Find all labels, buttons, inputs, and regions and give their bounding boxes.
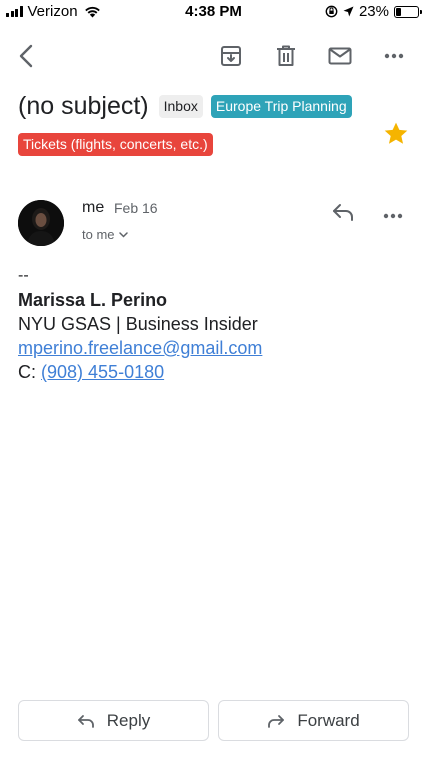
status-bar: Verizon 4:38 PM 23% — [0, 0, 427, 24]
star-icon[interactable] — [383, 121, 409, 147]
more-options-button[interactable] — [378, 40, 410, 72]
more-icon — [384, 53, 404, 59]
battery-percent: 23% — [358, 3, 389, 20]
back-button[interactable] — [10, 40, 42, 72]
label-chip-inbox[interactable]: Inbox — [158, 95, 203, 118]
reply-button[interactable]: Reply — [18, 700, 209, 741]
battery-icon — [394, 5, 422, 18]
email-subject: (no subject) — [18, 92, 149, 120]
subject-area: (no subject) Inbox Europe Trip Planning … — [18, 92, 373, 156]
reply-icon — [77, 714, 94, 728]
chevron-down-icon — [118, 231, 128, 238]
delete-button[interactable] — [270, 40, 302, 72]
archive-button[interactable] — [215, 40, 247, 72]
mail-icon — [328, 47, 352, 65]
phone-prefix: C: — [18, 362, 36, 382]
battery-level — [396, 7, 401, 16]
mark-unread-button[interactable] — [324, 40, 356, 72]
toolbar — [0, 36, 427, 76]
avatar-photo — [18, 200, 64, 246]
location-arrow-icon — [343, 6, 354, 17]
signature-separator: -- — [18, 267, 29, 284]
orientation-lock-icon — [325, 5, 338, 18]
forward-label: Forward — [297, 710, 360, 730]
trash-icon — [277, 45, 295, 66]
subject-line: (no subject) Inbox Europe Trip Planning — [18, 92, 373, 121]
sender-avatar[interactable] — [18, 200, 64, 246]
message-more-button[interactable] — [383, 206, 407, 222]
phone-link[interactable]: (908) 455-0180 — [41, 362, 164, 382]
recipient-label: to me — [82, 227, 115, 242]
quick-reply-button[interactable] — [331, 202, 359, 226]
sent-date: Feb 16 — [114, 200, 158, 216]
archive-icon — [221, 46, 241, 66]
sender-name[interactable]: me — [82, 199, 104, 217]
status-right: 23% — [325, 3, 422, 20]
recipient-toggle[interactable]: to me — [82, 227, 128, 242]
signature-name: Marissa L. Perino — [18, 290, 168, 310]
more-icon — [383, 213, 403, 219]
signature-email-link[interactable]: mperino.freelance@gmail.com — [18, 338, 262, 358]
signature-phone-line: C: (908) 455-0180 — [18, 360, 262, 384]
label-chip-europe-trip[interactable]: Europe Trip Planning — [210, 95, 352, 118]
forward-button[interactable]: Forward — [218, 700, 409, 741]
forward-icon — [268, 714, 285, 728]
email-body: -- Marissa L. Perino NYU GSAS | Business… — [18, 264, 262, 384]
back-icon — [19, 44, 33, 68]
signature-affiliation: NYU GSAS | Business Insider — [18, 314, 258, 334]
reply-icon — [333, 204, 353, 221]
reply-label: Reply — [106, 710, 151, 730]
label-chip-tickets[interactable]: Tickets (flights, concerts, etc.) — [18, 133, 213, 156]
